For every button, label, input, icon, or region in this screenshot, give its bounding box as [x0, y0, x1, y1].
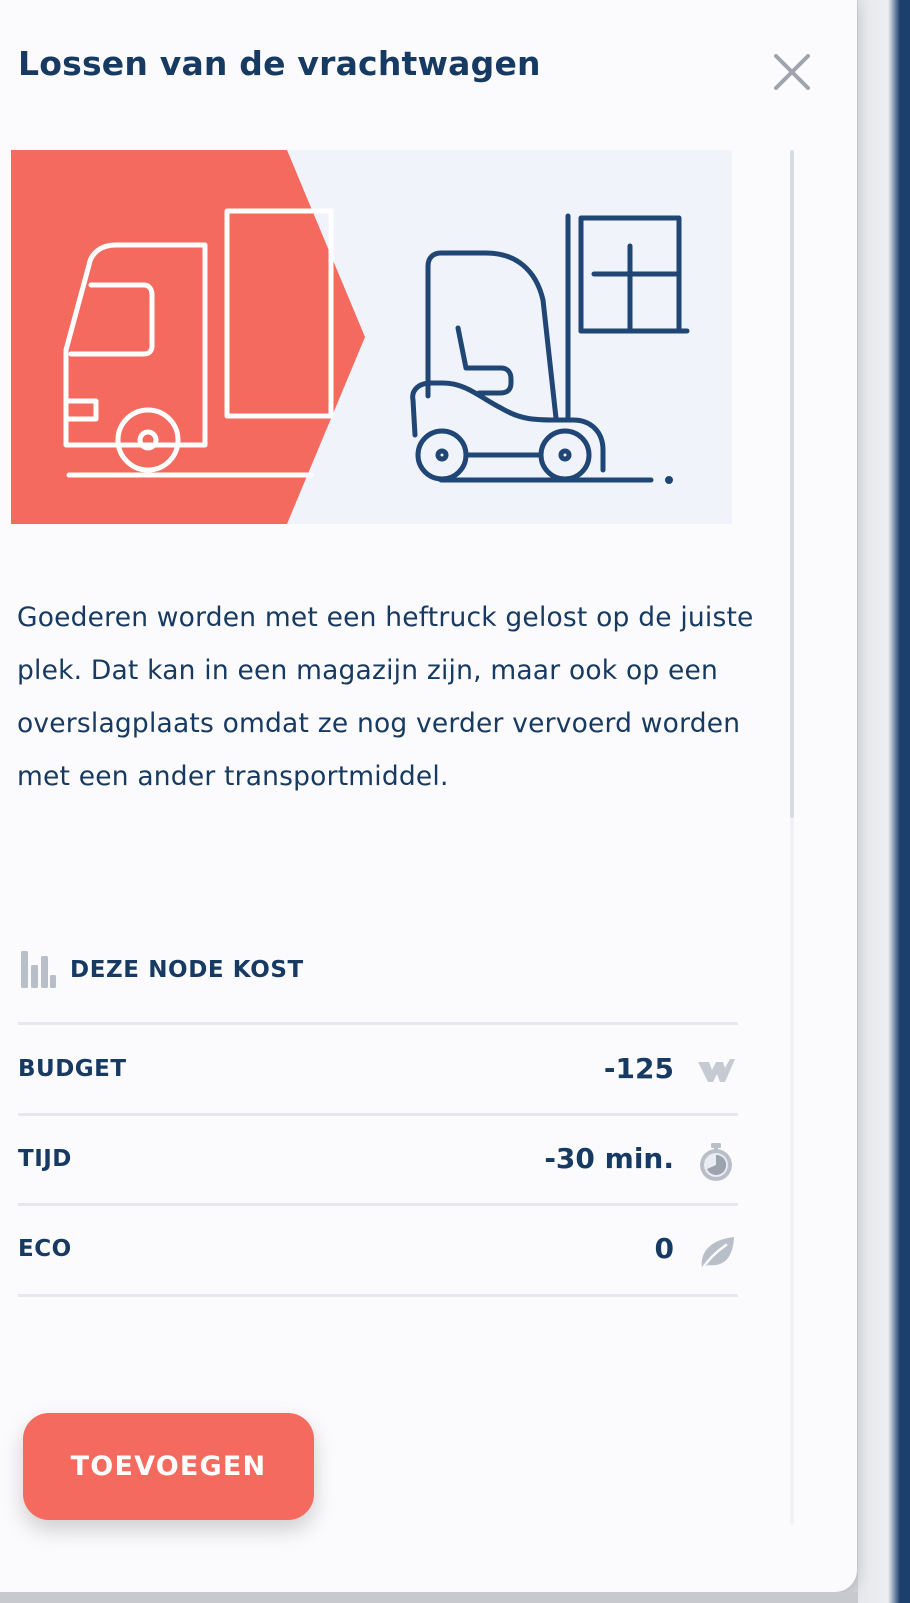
close-button[interactable]: [768, 48, 816, 96]
close-icon: [774, 54, 810, 90]
divider: [18, 1294, 738, 1297]
leaf-icon: [700, 1237, 734, 1271]
eco-label: ECO: [18, 1236, 72, 1262]
cost-row-time: TIJD -30 min.: [18, 1132, 738, 1192]
cost-header-label: DEZE NODE KOST: [70, 957, 304, 983]
stopwatch-icon: [700, 1143, 732, 1181]
eco-value: 0: [654, 1232, 674, 1265]
budget-label: BUDGET: [18, 1056, 127, 1082]
cost-header: DEZE NODE KOST: [20, 950, 304, 990]
node-description: Goederen worden met een heftruck gelost …: [17, 602, 754, 792]
node-detail-panel: Lossen van de vrachtwagen Goederen worde…: [0, 0, 857, 1592]
background-bottom: [0, 1592, 858, 1603]
hero-illustration: [11, 150, 732, 524]
time-value: -30 min.: [544, 1142, 674, 1175]
bar-chart-icon: [21, 951, 56, 988]
scrollbar-thumb[interactable]: [790, 150, 794, 818]
background-right: [858, 0, 910, 1603]
divider: [18, 1113, 738, 1116]
budget-icon: [698, 1059, 735, 1082]
add-button[interactable]: TOEVOEGEN: [23, 1413, 314, 1520]
panel-title: Lossen van de vrachtwagen: [18, 44, 541, 83]
divider: [18, 1203, 738, 1206]
cost-row-budget: BUDGET -125: [18, 1042, 738, 1102]
time-label: TIJD: [18, 1146, 72, 1172]
budget-value: -125: [603, 1052, 674, 1085]
cost-row-eco: ECO 0: [18, 1222, 738, 1282]
divider: [18, 1022, 738, 1025]
